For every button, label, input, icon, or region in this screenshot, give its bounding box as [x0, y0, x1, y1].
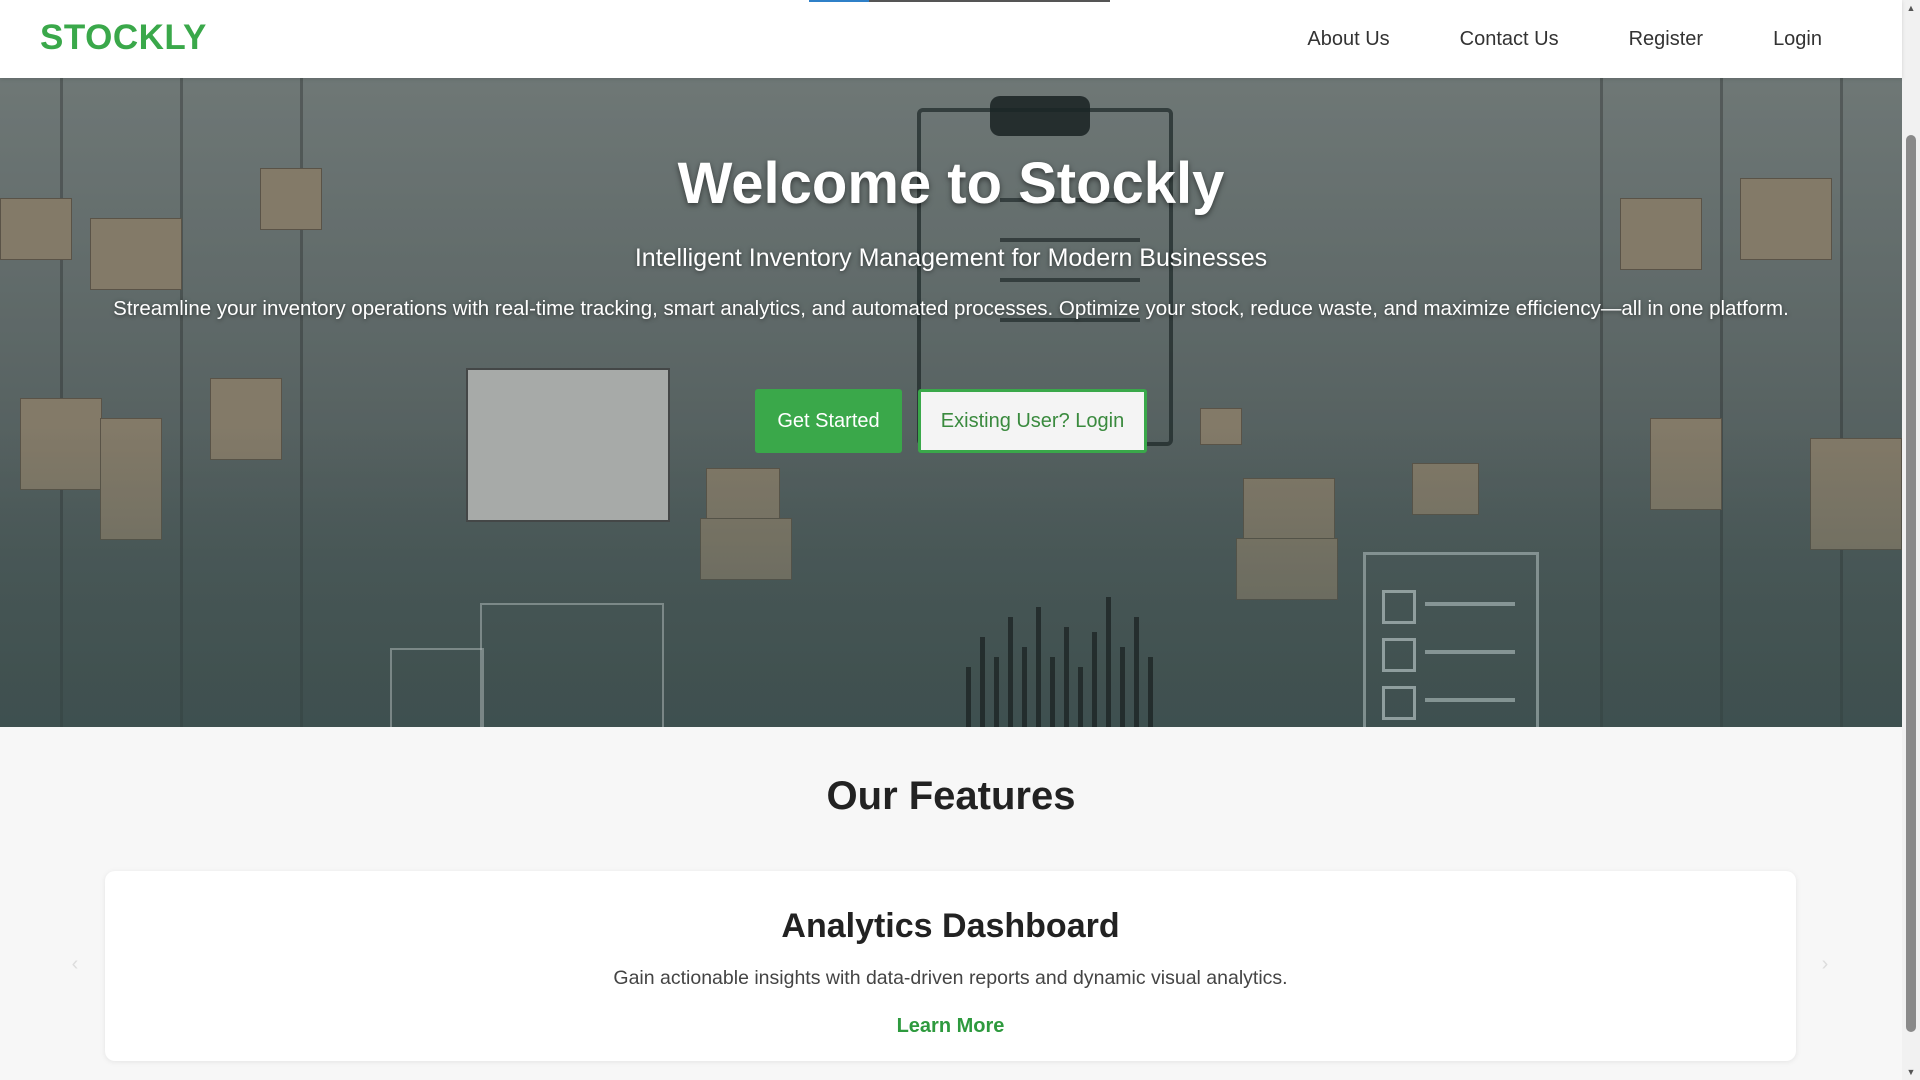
chevron-left-icon[interactable]: ‹: [62, 951, 88, 977]
features-title: Our Features: [826, 774, 1076, 818]
hero-description: Streamline your inventory operations wit…: [113, 297, 1789, 320]
existing-user-login-button[interactable]: Existing User? Login: [918, 389, 1147, 453]
nav-about-us[interactable]: About Us: [1307, 28, 1389, 51]
scroll-up-icon[interactable]: ▲: [1906, 3, 1916, 13]
chevron-right-icon[interactable]: ›: [1812, 951, 1838, 977]
nav-register[interactable]: Register: [1629, 28, 1703, 51]
main-nav: About Us Contact Us Register Login: [1307, 28, 1822, 51]
nav-login[interactable]: Login: [1773, 28, 1822, 51]
hero-title: Welcome to Stockly: [677, 151, 1225, 216]
brand-logo[interactable]: STOCKLY: [40, 18, 207, 58]
learn-more-link[interactable]: Learn More: [105, 1015, 1796, 1038]
page-scrollbar[interactable]: ▲ ▼: [1902, 0, 1920, 1080]
get-started-button[interactable]: Get Started: [755, 389, 902, 453]
hero-section: Welcome to Stockly Intelligent Inventory…: [0, 78, 1902, 727]
scroll-down-icon[interactable]: ▼: [1906, 1067, 1916, 1077]
hero-subtitle: Intelligent Inventory Management for Mod…: [634, 244, 1268, 272]
scroll-thumb[interactable]: [1906, 135, 1916, 1032]
loading-indicator: [809, 0, 1110, 2]
top-navbar: STOCKLY About Us Contact Us Register Log…: [0, 0, 1902, 78]
feature-card: Analytics Dashboard Gain actionable insi…: [105, 871, 1796, 1061]
feature-card-description: Gain actionable insights with data-drive…: [613, 967, 1288, 989]
feature-card-title: Analytics Dashboard: [781, 907, 1120, 945]
nav-contact-us[interactable]: Contact Us: [1460, 28, 1559, 51]
